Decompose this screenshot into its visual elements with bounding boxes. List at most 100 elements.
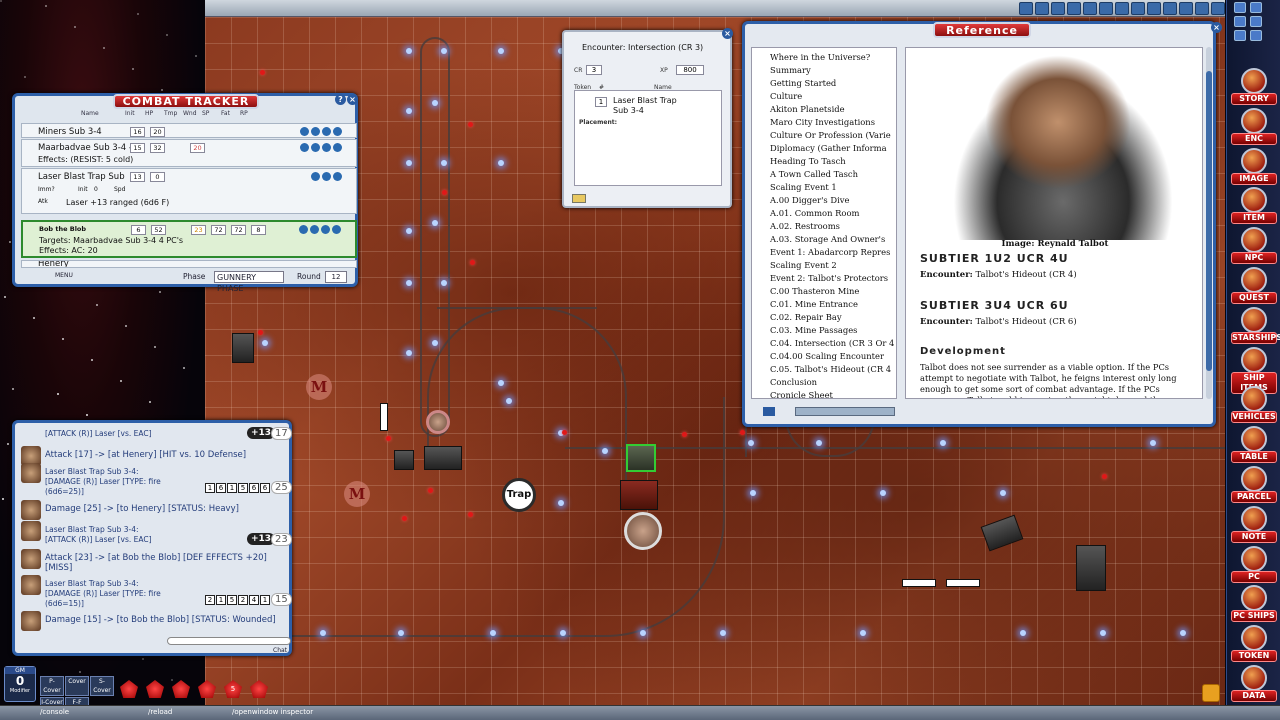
entry-name[interactable]: Laser Blast Trap [613, 96, 677, 105]
toc-item[interactable]: Summary [770, 65, 811, 75]
sidebar-button-item[interactable]: ITEM [1231, 187, 1277, 225]
toc-item[interactable]: Scaling Event 1 [770, 182, 837, 192]
map-pin[interactable] [468, 122, 473, 127]
reload-command[interactable]: /reload [148, 708, 172, 716]
combatant-name[interactable]: Henery [38, 261, 69, 267]
toc-item[interactable]: Event 1: Abadarcorp Repres [770, 247, 890, 257]
creature-token[interactable] [624, 512, 662, 550]
toc-item[interactable]: A Town Called Tasch [770, 169, 858, 179]
cr-field[interactable]: 3 [586, 65, 602, 75]
toolbar-button[interactable] [1131, 2, 1145, 15]
toc-item[interactable]: Cronicle Sheet [770, 390, 833, 398]
init-field[interactable]: 13 [130, 172, 145, 182]
combatant-name[interactable]: Laser Blast Trap Sub [38, 172, 125, 182]
wounds-field[interactable]: 20 [190, 143, 205, 153]
sidebar-button-pc-ships[interactable]: PC SHIPS [1231, 585, 1277, 623]
init-field[interactable]: 16 [130, 127, 145, 137]
lock-icon[interactable] [1202, 684, 1220, 702]
hp-field[interactable]: 0 [150, 172, 165, 182]
encounter-link[interactable]: Encounter: Talbot's Hideout (CR 4) [920, 270, 1077, 280]
toc-item[interactable]: Akiton Planetside [770, 104, 845, 114]
scrollbar[interactable] [1206, 47, 1212, 399]
envelope-icon[interactable] [572, 194, 586, 203]
reference-window[interactable]: Reference × Where in the Universe? Summar… [742, 21, 1222, 427]
sidebar-button-vehicles[interactable]: VEHICLES [1231, 386, 1277, 424]
sidebar-button-starships[interactable]: STARSHIPS [1231, 306, 1280, 345]
combat-row[interactable]: Laser Blast Trap Sub 13 0 Imm? Init 0 Sp… [21, 168, 357, 214]
toc-item[interactable]: C.05. Talbot's Hideout (CR 4 [770, 364, 891, 374]
encounter-link[interactable]: Encounter: Talbot's Hideout (CR 6) [920, 317, 1077, 327]
sidebar-button-image[interactable]: IMAGE [1231, 147, 1277, 186]
sidebar-button-npc[interactable]: NPC [1231, 227, 1277, 265]
reference-toc[interactable]: Where in the Universe? Summary Getting Sta… [751, 47, 897, 399]
toolbar-button[interactable] [1195, 2, 1209, 15]
combat-row[interactable]: Henery [21, 260, 357, 268]
toolbar-button[interactable] [1099, 2, 1113, 15]
toolbar-button[interactable] [1211, 2, 1225, 15]
toc-item[interactable]: Getting Started [770, 78, 836, 88]
map-pin[interactable] [470, 260, 475, 265]
combatant-name[interactable]: Bob the Blob [39, 225, 86, 233]
toc-item[interactable]: A.00 Digger's Dive [770, 195, 849, 205]
toc-item[interactable]: C.03. Mine Passages [770, 325, 857, 335]
map-pin[interactable] [402, 516, 407, 521]
toc-item[interactable]: Where in the Universe? [770, 52, 870, 62]
toc-item[interactable]: Diplomacy (Gather Informa [770, 143, 887, 153]
toc-item[interactable]: C.04.00 Scaling Encounter [770, 351, 884, 361]
hp-field[interactable]: 32 [150, 143, 165, 153]
toc-item[interactable]: A.03. Storage And Owner's [770, 234, 885, 244]
console-command[interactable]: /console [40, 708, 69, 716]
row-actions[interactable] [300, 143, 342, 152]
toolbar-button[interactable] [1179, 2, 1193, 15]
map-pin[interactable] [442, 190, 447, 195]
p-cover-button[interactable]: P-Cover [40, 676, 64, 696]
row-actions[interactable] [299, 225, 341, 234]
close-icon[interactable]: × [347, 94, 358, 105]
toc-item[interactable]: C.02. Repair Bay [770, 312, 842, 322]
round-field[interactable]: 12 [325, 271, 347, 283]
toolbar-button[interactable] [1083, 2, 1097, 15]
combatant-name[interactable]: Maarbadvae Sub 3-4 - [38, 143, 132, 153]
add-icon[interactable] [763, 407, 775, 416]
map-pin[interactable] [468, 512, 473, 517]
init-field[interactable]: 6 [131, 225, 146, 235]
row-actions[interactable] [300, 127, 342, 136]
modifier-value[interactable]: 0 [5, 674, 35, 688]
map-pin[interactable] [428, 488, 433, 493]
combat-tracker-window[interactable]: COMBAT TRACKER ? × Name Init HP Tmp Wnd … [12, 93, 358, 293]
sidebar-button-pc[interactable]: PC [1231, 545, 1277, 584]
map-pin[interactable] [386, 436, 391, 441]
attack-text[interactable]: Laser +13 ranged (6d6 F) [66, 198, 169, 207]
toc-item[interactable]: Event 2: Talbot's Protectors [770, 273, 888, 283]
sidebar-button-note[interactable]: NOTE [1231, 505, 1277, 544]
toolbar-button[interactable] [1115, 2, 1129, 15]
toc-item[interactable]: Conclusion [770, 377, 817, 387]
sidebar-button-ship-items[interactable]: SHIP ITEMS [1231, 346, 1277, 394]
row-actions[interactable] [311, 172, 342, 181]
sidebar-button-story[interactable]: STORY [1231, 68, 1277, 106]
hp-field[interactable]: 20 [150, 127, 165, 137]
npc-token[interactable] [426, 410, 450, 434]
encounter-window[interactable]: Encounter: Intersection (CR 3) × CR 3 XP… [562, 28, 733, 208]
xp-field[interactable]: 800 [676, 65, 704, 75]
chat-window[interactable]: Chat [ATTACK (R)] Laser [vs. EAC] +13 17 At… [12, 420, 292, 656]
sidebar-button-quest[interactable]: QUEST [1231, 267, 1277, 305]
map-pin[interactable] [682, 432, 687, 437]
sp-field[interactable]: 72 [211, 225, 226, 235]
toolbar-button[interactable] [1035, 2, 1049, 15]
map-pin[interactable] [740, 430, 745, 435]
sidebar-button-data[interactable]: DATA [1231, 665, 1277, 703]
sidebar-button-enc[interactable]: ENC [1231, 107, 1277, 146]
toolbar-button[interactable] [1163, 2, 1177, 15]
gm-modifier[interactable]: GM 0 Modifier [4, 666, 36, 702]
trap-token[interactable]: Trap [502, 478, 536, 512]
combat-row-active[interactable]: Bob the Blob 6 52 23 72 72 8 Targets: Ma… [21, 220, 357, 258]
toc-item[interactable]: C.01. Mine Entrance [770, 299, 858, 309]
toc-item[interactable]: Heading To Tasch [770, 156, 846, 166]
toc-item[interactable]: A.01. Common Room [770, 208, 859, 218]
map-marker[interactable]: M [306, 374, 332, 400]
map-pin[interactable] [1102, 474, 1107, 479]
soldier-token[interactable] [626, 444, 656, 472]
chat-input[interactable] [167, 637, 291, 645]
map-pin[interactable] [258, 330, 263, 335]
